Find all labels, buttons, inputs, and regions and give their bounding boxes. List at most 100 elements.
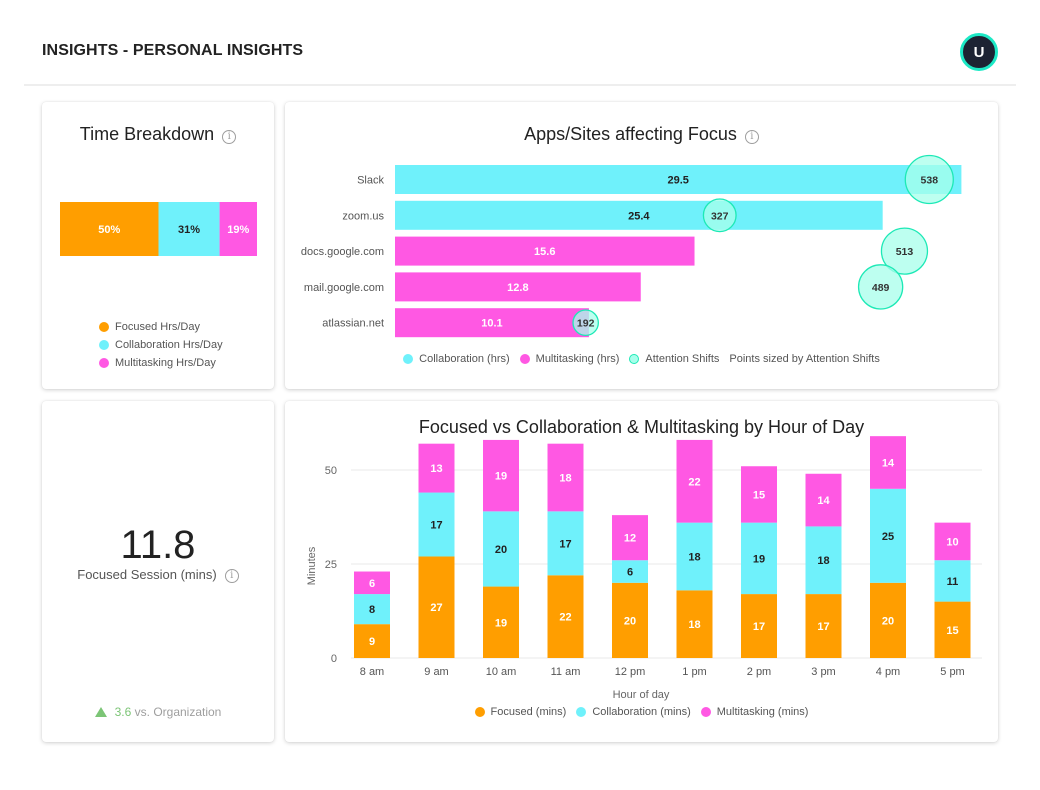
hour-bar-label: 18 [688, 619, 700, 631]
legend-item-focused[interactable]: Focused Hrs/Day [99, 318, 223, 336]
x-tick-label: 12 pm [615, 666, 646, 678]
app-category-label: atlassian.net [322, 318, 384, 330]
app-category-label: mail.google.com [304, 282, 384, 294]
time-breakdown-segment-label: 31% [178, 224, 200, 236]
hour-bar-label: 17 [430, 520, 442, 532]
legend-label: Collaboration Hrs/Day [115, 339, 223, 351]
hours-legend: Focused (mins) Collaboration (mins) Mult… [285, 706, 998, 718]
hours-chart: 0 25 50 Minutes Hour of day 9 8 6 8 am 27 17 13 9 am… [306, 436, 982, 701]
app-bar-label: 29.5 [667, 175, 688, 187]
hour-bar-label: 8 [369, 604, 375, 616]
attention-shift-label: 538 [921, 175, 939, 187]
hour-bar-label: 18 [559, 473, 571, 485]
time-breakdown-card: Time Breakdown i 50% 31% 19% Focused Hrs/Da… [42, 102, 274, 389]
app-category-label: zoom.us [342, 210, 384, 222]
time-breakdown-segment-label: 50% [98, 224, 120, 236]
hour-bar-label: 14 [882, 457, 895, 469]
focused-session-value: 11.8 [120, 523, 196, 567]
legend-item-collaboration[interactable]: Collaboration (hrs) [403, 353, 510, 365]
hour-bar-label: 17 [753, 621, 765, 633]
x-tick-label: 4 pm [876, 666, 900, 678]
legend-item-multitasking[interactable]: Multitasking (hrs) [519, 353, 620, 365]
legend-dot-multitasking [519, 354, 530, 364]
y-axis-label: Minutes [306, 546, 318, 585]
info-icon[interactable]: i [224, 569, 239, 583]
hour-bar-label: 25 [882, 531, 894, 543]
legend-dot-multitasking [700, 707, 711, 717]
legend-label: Collaboration (hrs) [419, 353, 510, 365]
app-bar-label: 15.6 [534, 246, 555, 258]
hour-bar-label: 17 [817, 621, 829, 633]
y-tick-label: 0 [331, 653, 337, 665]
legend-note: Points sized by Attention Shifts [729, 353, 879, 365]
hour-bar-label: 6 [369, 578, 375, 590]
x-tick-label: 2 pm [747, 666, 771, 678]
x-axis-label: Hour of day [613, 689, 670, 701]
app-bar-label: 10.1 [481, 318, 502, 330]
legend-label: Collaboration (mins) [592, 706, 691, 718]
legend-item-collaboration[interactable]: Collaboration (mins) [576, 706, 691, 718]
x-tick-label: 10 am [486, 666, 517, 678]
legend-item-attention-shifts[interactable]: Attention Shifts [629, 353, 719, 365]
legend-dot-collaboration [403, 354, 414, 364]
legend-item-multitasking[interactable]: Multitasking (mins) [700, 706, 809, 718]
legend-label: Multitasking (hrs) [535, 353, 620, 365]
hour-bar-label: 22 [688, 476, 700, 488]
legend-label: Focused (mins) [490, 706, 567, 718]
attention-shift-label: 327 [711, 210, 729, 222]
x-tick-label: 11 am [551, 666, 581, 678]
legend-dot-collaboration [576, 707, 587, 717]
hour-bar-label: 19 [495, 471, 507, 483]
legend-label: Multitasking (mins) [716, 706, 809, 718]
hour-bar-label: 9 [369, 636, 375, 648]
time-breakdown-segment-label: 19% [227, 224, 249, 236]
hour-bar-label: 20 [495, 544, 507, 556]
x-tick-label: 5 pm [940, 666, 964, 678]
trend-up-icon [94, 707, 107, 717]
hour-bar-label: 18 [817, 555, 829, 567]
header-divider [24, 84, 1016, 86]
x-tick-label: 3 pm [811, 666, 835, 678]
hour-bar-label: 12 [624, 533, 636, 545]
legend-note-text: Points sized by Attention Shifts [729, 353, 880, 365]
x-tick-label: 1 pm [682, 666, 706, 678]
legend-item-multitasking[interactable]: Multitasking Hrs/Day [99, 354, 223, 372]
apps-chart: Slack 29.5 zoom.us 25.4 docs.google.com 15.6 m… [301, 154, 962, 338]
hour-bar-label: 27 [430, 602, 442, 614]
hour-bar-label: 17 [559, 538, 571, 550]
hour-bar-label: 10 [946, 536, 958, 548]
apps-sites-card: Apps/Sites affecting Focus i Slack 29.5 zoo… [285, 102, 998, 389]
user-avatar[interactable]: U [960, 33, 998, 71]
hour-bar-label: 19 [495, 617, 507, 629]
hour-bar-label: 15 [946, 625, 958, 637]
hour-bar-label: 14 [817, 495, 830, 507]
app-category-label: Slack [357, 175, 384, 187]
legend-dot-focused [474, 707, 485, 717]
time-breakdown-legend: Focused Hrs/Day Collaboration Hrs/Day Mu… [99, 318, 223, 372]
org-comparison: 3.6 vs. Organization [42, 705, 274, 719]
x-tick-label: 9 am [424, 666, 448, 678]
legend-label: Attention Shifts [645, 353, 720, 365]
focused-session-label: Focused Session (mins) i [42, 567, 274, 583]
attention-shift-label: 489 [872, 282, 890, 294]
legend-item-focused[interactable]: Focused (mins) [474, 706, 567, 718]
y-tick-label: 25 [325, 559, 337, 571]
legend-dot-multitasking [99, 358, 109, 368]
hour-bar-label: 20 [624, 615, 636, 627]
hour-bar-label: 15 [753, 489, 765, 501]
focused-session-card: 11.8 Focused Session (mins) i 3.6 vs. Org… [42, 401, 274, 742]
legend-label: Multitasking Hrs/Day [115, 357, 216, 369]
hour-bar-label: 13 [430, 463, 442, 475]
x-tick-label: 8 am [360, 666, 384, 678]
app-category-label: docs.google.com [301, 246, 384, 258]
hour-bar-label: 11 [947, 576, 959, 588]
page-title: INSIGHTS - PERSONAL INSIGHTS [42, 42, 304, 59]
legend-dot-focused [99, 322, 109, 332]
legend-item-collaboration[interactable]: Collaboration Hrs/Day [99, 336, 223, 354]
avatar-initial: U [973, 43, 985, 61]
comparison-text: vs. Organization [131, 705, 222, 719]
apps-legend: Collaboration (hrs) Multitasking (hrs) A… [285, 353, 998, 365]
hour-of-day-card: Focused vs Collaboration & Multitasking … [285, 401, 998, 742]
hour-bar-label: 6 [627, 567, 633, 579]
hour-bar-label: 18 [688, 551, 700, 563]
